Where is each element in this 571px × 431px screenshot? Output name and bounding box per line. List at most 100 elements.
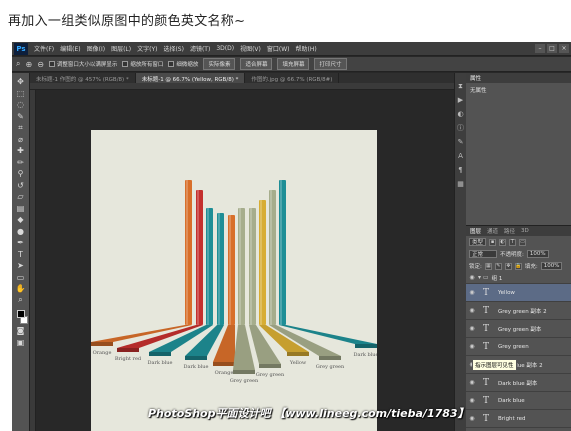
menu-image[interactable]: 图像(I) <box>87 44 105 53</box>
tab-document-2[interactable]: 未标题-1 @ 66.7% (Yellow, RGB/8) * <box>135 73 246 83</box>
lock-label: 锁定: <box>469 264 482 270</box>
ribbon-end-cap <box>117 348 139 352</box>
dodge-tool-icon[interactable]: ● <box>15 227 27 237</box>
path-selection-tool-icon[interactable]: ➤ <box>15 261 27 271</box>
zoom-all-windows-checkbox[interactable]: 缩放所有窗口 <box>122 60 163 68</box>
tab-layers[interactable]: 图层 <box>470 227 481 235</box>
eyedropper-tool-icon[interactable]: ⌀ <box>15 135 27 145</box>
ribbon-label: Bright red <box>115 356 142 362</box>
swatches-icon[interactable]: ▦ <box>456 179 466 189</box>
lock-position-icon[interactable]: ✥ <box>504 262 512 270</box>
layer-row[interactable]: ◉ T Dark blue 副本 <box>466 374 571 392</box>
menu-layer[interactable]: 图层(L) <box>111 44 131 53</box>
document-canvas[interactable]: Orange Bright red Dark blue Dark blue Orange… <box>91 130 379 431</box>
type-tool-icon[interactable]: T <box>15 250 27 260</box>
tools-panel: ✥ ⬚ ◌ ✎ ⌗ ⌀ ✚ ✏ ⚲ ↺ ▱ ▤ ◆ ● ✒ T ➤ ▭ ✋ ⌕ … <box>12 73 30 431</box>
marquee-tool-icon[interactable]: ⬚ <box>15 89 27 99</box>
layer-row[interactable]: ◉ T Bright red <box>466 410 571 428</box>
lock-image-icon[interactable]: ✎ <box>494 262 502 270</box>
history-brush-tool-icon[interactable]: ↺ <box>15 181 27 191</box>
kind-filter-select[interactable]: 类型 <box>469 238 487 246</box>
gradient-tool-icon[interactable]: ▤ <box>15 204 27 214</box>
quick-mask-icon[interactable]: ◙ <box>15 326 27 336</box>
zoom-tool-sidebar-icon[interactable]: ⌕ <box>15 295 27 306</box>
maximize-icon[interactable]: □ <box>547 44 557 53</box>
layer-row[interactable]: ◉ T Grey green 副本 <box>466 320 571 338</box>
history-icon[interactable]: ⧗ <box>456 81 466 91</box>
quick-select-tool-icon[interactable]: ✎ <box>15 112 27 122</box>
menu-window[interactable]: 窗口(W) <box>267 44 290 53</box>
layer-group[interactable]: ◉ ▾ ▭ 组 1 <box>466 272 571 284</box>
layer-row[interactable]: ◉ T Grey green 副本 2 <box>466 302 571 320</box>
menu-help[interactable]: 帮助(H) <box>296 44 317 53</box>
paragraph-icon[interactable]: ¶ <box>456 165 466 175</box>
menu-edit[interactable]: 编辑(E) <box>60 44 80 53</box>
opacity-input[interactable]: 100% <box>526 250 549 258</box>
menu-file[interactable]: 文件(F) <box>34 44 54 53</box>
scrubby-zoom-checkbox[interactable]: 细微缩放 <box>168 60 198 68</box>
crop-tool-icon[interactable]: ⌗ <box>15 123 27 133</box>
close-icon[interactable]: × <box>559 44 569 53</box>
eraser-tool-icon[interactable]: ▱ <box>15 192 27 202</box>
filter-adjustment-icon[interactable]: ◐ <box>499 238 507 246</box>
character-icon[interactable]: A <box>456 151 466 161</box>
lock-transparent-icon[interactable]: ▦ <box>484 262 492 270</box>
actual-pixels-button[interactable]: 实际像素 <box>203 58 236 70</box>
zoom-tool-icon[interactable]: ⌕ <box>16 59 20 69</box>
menu-type[interactable]: 文字(Y) <box>137 44 157 53</box>
visibility-eye-icon[interactable]: ◉ <box>466 289 478 296</box>
visibility-eye-icon[interactable]: ◉ <box>466 307 478 314</box>
zoom-in-icon[interactable]: ⊕ <box>25 60 32 69</box>
visibility-eye-icon[interactable]: ◉ <box>466 274 478 281</box>
layer-row[interactable]: ◉ T Grey green <box>466 338 571 356</box>
fill-screen-button[interactable]: 填充屏幕 <box>277 58 310 70</box>
tab-document-1[interactable]: 未标题-1 作图的 @ 457% (RGB/8) * <box>30 73 136 83</box>
filter-pixel-icon[interactable]: ▪ <box>489 238 497 246</box>
tab-channels[interactable]: 通道 <box>487 227 498 235</box>
layer-name: Grey green 副本 2 <box>498 308 547 315</box>
visibility-eye-icon[interactable]: ◉ <box>466 325 478 332</box>
visibility-eye-icon[interactable]: ◉ <box>466 343 478 350</box>
adjustments-icon[interactable]: ◐ <box>456 109 466 119</box>
caption: 再加入一组类似原图中的颜色英文名称~ <box>8 14 246 29</box>
zoom-out-icon[interactable]: ⊖ <box>37 60 44 69</box>
screen-mode-icon[interactable]: ▣ <box>15 338 27 348</box>
tab-paths[interactable]: 路径 <box>504 227 515 235</box>
info-icon[interactable]: ⓘ <box>456 123 466 133</box>
clone-stamp-tool-icon[interactable]: ⚲ <box>15 169 27 179</box>
pen-tool-icon[interactable]: ✒ <box>15 238 27 248</box>
visibility-eye-icon[interactable]: ◉ <box>466 379 478 386</box>
layers-panel: 图层 通道 路径 3D 类型 ▪ ◐ T ▭ 正常 不透明度: 100% 锁定:… <box>466 225 571 431</box>
brush-tool-icon[interactable]: ✏ <box>15 158 27 168</box>
hand-tool-icon[interactable]: ✋ <box>15 284 27 294</box>
layer-row[interactable]: ◉ T Dark blue <box>466 392 571 410</box>
actions-icon[interactable]: ▶ <box>456 95 466 105</box>
resize-windows-checkbox[interactable]: 调整窗口大小以满屏显示 <box>48 60 117 68</box>
lasso-tool-icon[interactable]: ◌ <box>15 100 27 110</box>
blur-tool-icon[interactable]: ◆ <box>15 215 27 225</box>
fill-input[interactable]: 100% <box>540 262 563 270</box>
foreground-color-swatch[interactable] <box>16 310 25 318</box>
layer-row[interactable]: ◉ T Yellow <box>466 284 571 302</box>
fit-screen-button[interactable]: 适合屏幕 <box>240 58 273 70</box>
print-size-button[interactable]: 打印尺寸 <box>314 58 347 70</box>
visibility-eye-icon[interactable]: ◉ <box>466 397 478 404</box>
shape-tool-icon[interactable]: ▭ <box>15 273 27 283</box>
menu-3d[interactable]: 3D(D) <box>216 45 234 52</box>
healing-brush-tool-icon[interactable]: ✚ <box>15 146 27 156</box>
filter-type-icon[interactable]: T <box>509 238 517 246</box>
filter-shape-icon[interactable]: ▭ <box>519 238 527 246</box>
menu-select[interactable]: 选择(S) <box>163 44 184 53</box>
tab-document-3[interactable]: 作图的.jpg @ 66.7% (RGB/8#) <box>245 73 340 83</box>
canvas-area[interactable]: Orange Bright red Dark blue Dark blue Orange… <box>36 90 454 431</box>
menu-filter[interactable]: 滤镜(T) <box>190 44 210 53</box>
visibility-tooltip: 指示图层可见性 <box>472 359 517 371</box>
menu-view[interactable]: 视图(V) <box>240 44 261 53</box>
move-tool-icon[interactable]: ✥ <box>15 77 27 87</box>
blend-mode-select[interactable]: 正常 <box>469 250 497 258</box>
brush-panel-icon[interactable]: ✎ <box>456 137 466 147</box>
minimize-icon[interactable]: – <box>535 44 545 53</box>
layer-name: Dark blue <box>498 397 525 404</box>
tab-3d[interactable]: 3D <box>521 228 529 234</box>
lock-all-icon[interactable]: 🔒 <box>514 262 522 270</box>
